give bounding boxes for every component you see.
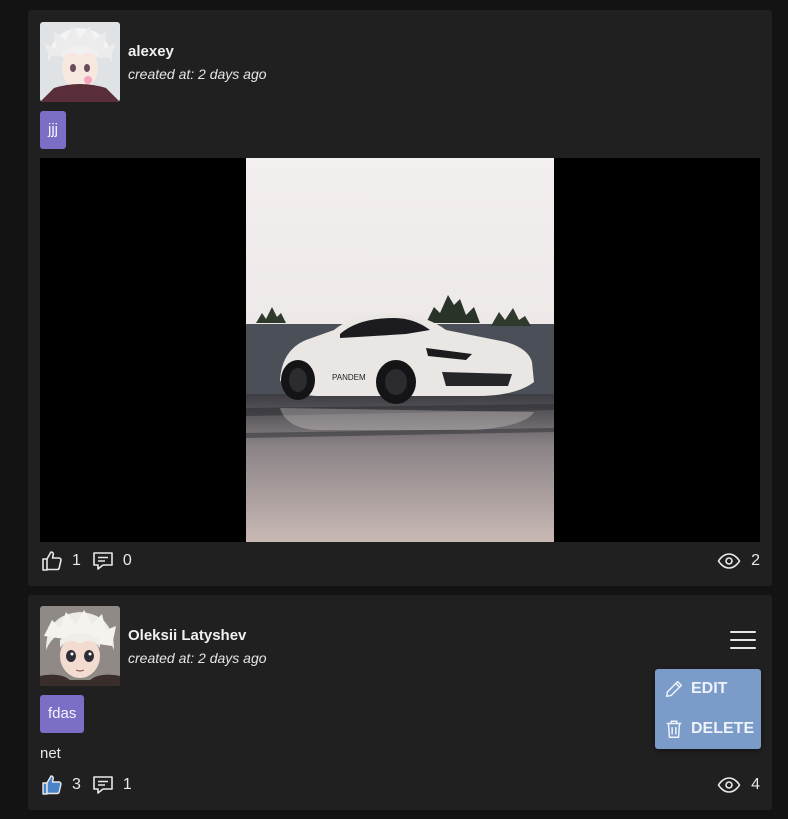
post-actions: 3 1: [40, 772, 142, 798]
thumbs-up-icon[interactable]: [40, 773, 64, 797]
view-count: 2: [751, 552, 760, 569]
edit-button[interactable]: EDIT: [663, 674, 727, 704]
views: 4: [717, 772, 760, 798]
like-count: 3: [72, 776, 81, 793]
post-card: alexey created at: 2 days ago jjj PANDEM…: [28, 10, 772, 586]
trash-icon: [666, 720, 682, 738]
pencil-icon: [665, 680, 683, 698]
thumbs-up-icon[interactable]: [40, 549, 64, 573]
author-name[interactable]: Oleksii Latyshev: [128, 627, 246, 644]
eye-icon: [717, 777, 741, 793]
delete-button[interactable]: DELETE: [663, 714, 754, 744]
created-at: created at: 2 days ago: [128, 650, 267, 666]
eye-icon: [717, 553, 741, 569]
post-actions: 1 0: [40, 548, 142, 574]
avatar[interactable]: [40, 606, 120, 686]
like-count: 1: [72, 552, 81, 569]
views: 2: [717, 548, 760, 574]
svg-text:PANDEM: PANDEM: [332, 373, 366, 382]
post-menu-dropdown: EDIT DELETE: [655, 669, 761, 749]
hamburger-line: [730, 647, 756, 649]
comment-count: 1: [122, 776, 132, 793]
comment-count: 0: [122, 552, 132, 569]
car-photo: PANDEM: [246, 158, 554, 542]
edit-label: EDIT: [691, 680, 728, 697]
comment-icon[interactable]: [91, 773, 115, 797]
hamburger-line: [730, 639, 756, 641]
post-text: net: [40, 745, 61, 762]
tag-badge[interactable]: jjj: [40, 111, 66, 149]
avatar[interactable]: [40, 22, 120, 102]
created-at: created at: 2 days ago: [128, 66, 267, 82]
post-image[interactable]: PANDEM: [40, 158, 760, 542]
post-menu-button[interactable]: [730, 631, 756, 651]
hamburger-line: [730, 631, 756, 633]
delete-label: DELETE: [691, 720, 755, 737]
post-card: Oleksii Latyshev created at: 2 days ago …: [28, 595, 772, 810]
tag-badge[interactable]: fdas: [40, 695, 85, 733]
view-count: 4: [751, 776, 760, 793]
author-name[interactable]: alexey: [128, 43, 174, 60]
comment-icon[interactable]: [91, 549, 115, 573]
